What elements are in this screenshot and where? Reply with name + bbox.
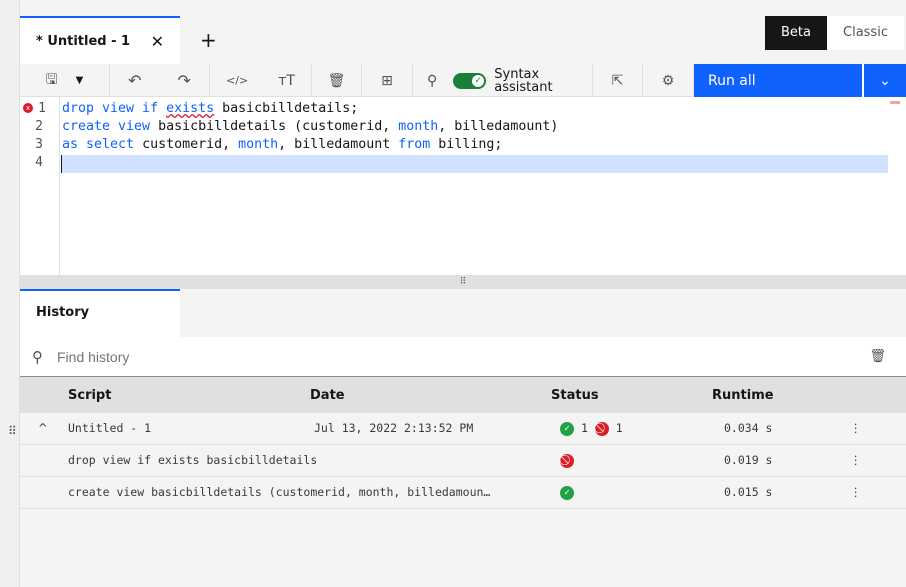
open-external-icon[interactable]: ⇱ xyxy=(593,64,643,97)
drag-handle-icon[interactable]: ⠿ xyxy=(8,424,17,438)
column-script: Script xyxy=(68,388,112,403)
save-icon: 🖫 xyxy=(45,71,58,88)
trash-icon[interactable]: 🗑 xyxy=(312,64,362,97)
find-history-input[interactable] xyxy=(57,348,757,365)
settings-icon[interactable]: ⚙ xyxy=(643,64,694,97)
runtime-cell: 0.015 s xyxy=(724,485,773,499)
line-number: 1 xyxy=(38,101,46,116)
close-icon[interactable]: ✕ xyxy=(151,32,164,51)
syntax-assistant-toggle[interactable] xyxy=(453,72,487,89)
script-cell: drop view if exists basicbilldetails xyxy=(68,453,318,467)
collapse-chevron-icon[interactable]: ^ xyxy=(38,413,48,444)
error-icon: ⃠ xyxy=(594,421,609,436)
sql-editor[interactable]: x 1 2 3 4 drop view if exists basicbilld… xyxy=(20,97,906,275)
table-row[interactable]: ^ Untitled - 1 Jul 13, 2022 2:13:52 PM ✓… xyxy=(20,413,906,445)
history-search: ⚲ 🗑 xyxy=(20,337,906,377)
beta-button[interactable]: Beta xyxy=(765,16,827,50)
overflow-menu-icon[interactable]: ⋮ xyxy=(850,445,862,476)
resize-splitter[interactable]: ⠿ xyxy=(20,275,906,289)
clear-history-trash-icon[interactable]: 🗑 xyxy=(869,349,886,364)
history-table-header: Script Date Status Runtime xyxy=(20,377,906,413)
success-icon: ✓ xyxy=(560,485,574,500)
error-icon: ⃠ xyxy=(560,453,574,468)
table-row[interactable]: create view basicbilldetails (customerid… xyxy=(20,477,906,509)
mode-switcher: Beta Classic xyxy=(765,16,904,50)
error-marker-icon[interactable]: x xyxy=(23,103,33,113)
column-date: Date xyxy=(310,388,345,403)
success-count: 1 xyxy=(580,421,588,435)
column-runtime: Runtime xyxy=(712,388,774,403)
current-line-highlight xyxy=(61,155,888,173)
error-count: 1 xyxy=(615,421,623,435)
undo-icon[interactable]: ↶ xyxy=(128,71,141,90)
code-line: drop view if exists basicbilldetails; xyxy=(62,101,359,116)
line-number: 3 xyxy=(35,137,43,152)
success-icon: ✓ xyxy=(560,421,574,436)
code-icon[interactable]: </> xyxy=(226,74,248,87)
classic-button[interactable]: Classic xyxy=(827,16,904,50)
overflow-menu-icon[interactable]: ⋮ xyxy=(850,477,862,508)
run-options-chevron-icon[interactable]: ⌄ xyxy=(864,64,906,97)
syntax-assistant-label: Syntax assistant xyxy=(494,66,553,95)
run-all-button[interactable]: Run all xyxy=(694,64,864,97)
text-format-icon[interactable]: тT xyxy=(278,73,295,89)
left-panel-strip xyxy=(0,0,20,587)
script-cell: Untitled - 1 xyxy=(68,421,152,435)
code-line: create view basicbilldetails (customerid… xyxy=(62,119,559,134)
hierarchy-icon[interactable]: ⊞ xyxy=(362,64,413,97)
script-cell: create view basicbilldetails (customerid… xyxy=(68,485,491,499)
table-row[interactable]: drop view if exists basicbilldetails ⃠ 0… xyxy=(20,445,906,477)
save-button[interactable]: 🖫 ▼ xyxy=(20,64,110,97)
redo-icon[interactable]: ↷ xyxy=(178,71,191,90)
date-cell: Jul 13, 2022 2:13:52 PM xyxy=(314,421,474,435)
runtime-cell: 0.019 s xyxy=(724,453,773,467)
tab-label: * Untitled - 1 xyxy=(36,33,131,49)
line-gutter: x 1 2 3 4 xyxy=(20,97,60,275)
runtime-cell: 0.034 s xyxy=(724,421,773,435)
code-line: as select customerid, month, billedamoun… xyxy=(62,137,503,152)
line-number: 4 xyxy=(35,155,43,170)
tab-untitled-1[interactable]: * Untitled - 1 ✕ xyxy=(20,16,180,64)
caret-down-icon[interactable]: ▼ xyxy=(76,75,84,86)
tab-history[interactable]: History xyxy=(20,289,180,337)
search-icon: ⚲ xyxy=(32,347,43,366)
overflow-menu-icon[interactable]: ⋮ xyxy=(850,413,862,444)
column-status: Status xyxy=(551,388,599,403)
line-number: 2 xyxy=(35,119,43,134)
toolbar: 🖫▼ ↶↷ </>тT 🗑 ⊞ ⚲Syntax assistant ⇱ ⚙ Ru… xyxy=(20,64,906,97)
add-tab-button[interactable]: + xyxy=(200,28,217,52)
scrollbar-marker xyxy=(890,101,900,104)
search-icon[interactable]: ⚲ xyxy=(427,73,437,89)
